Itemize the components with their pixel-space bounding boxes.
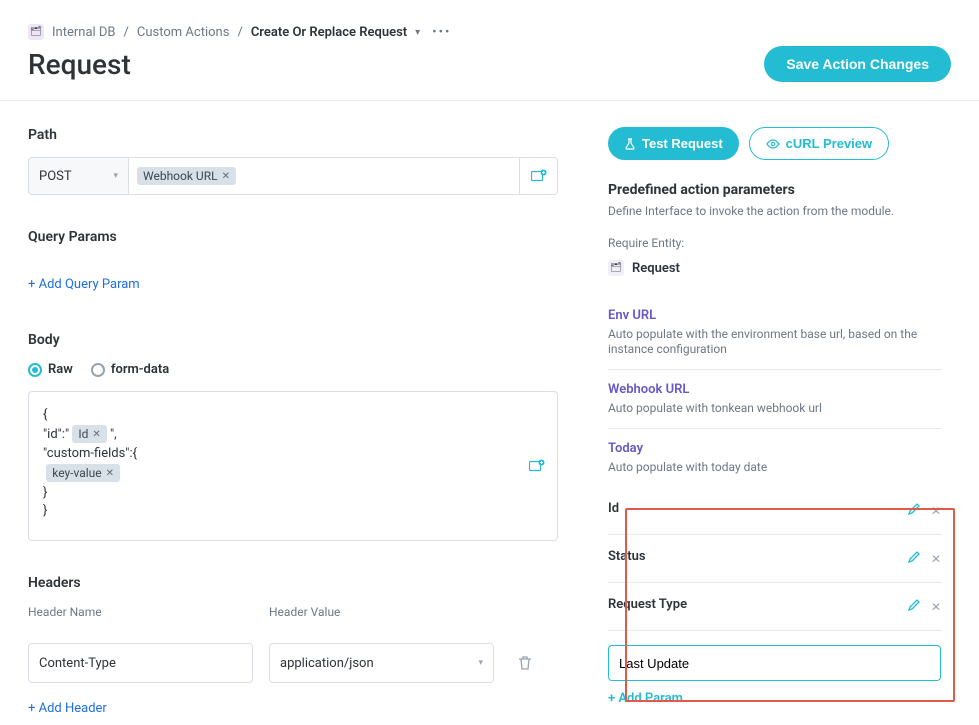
param-row-id: Id ✕: [608, 487, 941, 534]
breadcrumb-custom-actions[interactable]: Custom Actions: [137, 25, 230, 40]
http-method-select[interactable]: POST ▾: [29, 158, 129, 194]
chevron-down-icon: ▾: [113, 171, 118, 181]
predefined-params-title: Predefined action parameters: [608, 182, 941, 198]
header-name-value: Content-Type: [39, 656, 116, 671]
remove-param-button[interactable]: ✕: [931, 552, 941, 566]
radio-icon: [28, 363, 42, 377]
param-desc: Auto populate with the environment base …: [608, 327, 917, 356]
edit-param-button[interactable]: [908, 600, 920, 614]
delete-header-button[interactable]: [510, 655, 540, 671]
param-title: Env URL: [608, 308, 941, 323]
insert-variable-button[interactable]: [519, 158, 557, 194]
flask-icon: [624, 138, 636, 150]
chip-remove-icon[interactable]: ✕: [106, 468, 114, 479]
body-line: "custom-fields":{: [43, 446, 543, 461]
body-text: ",: [107, 427, 117, 442]
headers-label: Headers: [28, 575, 560, 591]
body-line: key-value ✕: [43, 464, 543, 482]
param-env-url: Env URL Auto populate with the environme…: [608, 296, 941, 369]
header-name-input[interactable]: Content-Type: [28, 643, 253, 683]
param-today: Today Auto populate with today date: [608, 428, 941, 487]
path-chip-webhook-url[interactable]: Webhook URL ✕: [137, 167, 236, 185]
remove-param-button[interactable]: ✕: [931, 504, 941, 518]
curl-preview-button[interactable]: cURL Preview: [749, 127, 889, 160]
param-row-status: Status ✕: [608, 534, 941, 582]
breadcrumb-sep: /: [237, 25, 242, 40]
body-line: {: [43, 407, 543, 422]
button-label: cURL Preview: [786, 136, 872, 151]
breadcrumb-current[interactable]: Create Or Replace Request: [251, 25, 407, 40]
radio-label: form-data: [111, 362, 169, 377]
add-query-param-link[interactable]: + Add Query Param: [28, 277, 140, 292]
body-line: }: [43, 503, 543, 518]
new-param-name-input[interactable]: [608, 645, 941, 681]
add-param-link[interactable]: + Add Param: [608, 691, 683, 706]
chevron-down-icon: ▾: [478, 658, 483, 668]
path-input[interactable]: Webhook URL ✕: [129, 158, 519, 194]
header-value-label: Header Value: [269, 605, 494, 619]
breadcrumb: 🗂 Internal DB / Custom Actions / Create …: [0, 0, 979, 40]
query-params-label: Query Params: [28, 229, 560, 245]
breadcrumb-root[interactable]: Internal DB: [52, 25, 116, 40]
param-desc: Auto populate with today date: [608, 460, 767, 474]
param-title: Status: [608, 549, 646, 564]
builtin-params-list: Env URL Auto populate with the environme…: [608, 296, 941, 487]
page-title: Request: [28, 48, 131, 81]
body-chip-key-value[interactable]: key-value ✕: [46, 464, 120, 482]
chip-label: Webhook URL: [143, 169, 218, 183]
param-desc: Auto populate with tonkean webhook url: [608, 401, 822, 415]
app-logo-icon: 🗂: [28, 24, 44, 40]
param-title: Today: [608, 441, 941, 456]
body-chip-id[interactable]: Id ✕: [72, 425, 106, 443]
param-title: Webhook URL: [608, 382, 941, 397]
param-webhook-url: Webhook URL Auto populate with tonkean w…: [608, 369, 941, 428]
body-line: }: [43, 485, 543, 500]
eye-icon: [766, 139, 780, 149]
radio-icon: [91, 363, 105, 377]
entity-name: Request: [632, 261, 680, 276]
http-method-value: POST: [39, 169, 72, 184]
body-editor[interactable]: { "id":" Id ✕ ", "custom-fields":{ key-va…: [28, 391, 558, 541]
chip-label: key-value: [52, 466, 101, 480]
remove-param-button[interactable]: ✕: [931, 600, 941, 614]
add-header-link[interactable]: + Add Header: [28, 701, 107, 716]
entity-icon: 🗂: [608, 260, 624, 276]
header-name-label: Header Name: [28, 605, 253, 619]
radio-label: Raw: [48, 362, 73, 377]
path-box: POST ▾ Webhook URL ✕: [28, 157, 558, 195]
param-title: Request Type: [608, 597, 687, 612]
body-line: "id":" Id ✕ ",: [43, 425, 543, 443]
param-row-request-type: Request Type ✕: [608, 582, 941, 630]
body-radio-raw[interactable]: Raw: [28, 362, 73, 377]
breadcrumb-sep: /: [124, 25, 129, 40]
entity-row: 🗂 Request: [608, 260, 941, 276]
chevron-down-icon[interactable]: ▾: [415, 27, 420, 38]
chip-remove-icon[interactable]: ✕: [222, 171, 230, 182]
test-request-button[interactable]: Test Request: [608, 127, 739, 160]
edit-param-button[interactable]: [908, 504, 920, 518]
body-label: Body: [28, 332, 560, 348]
button-label: Test Request: [642, 136, 723, 151]
require-entity-label: Require Entity:: [608, 236, 941, 250]
chip-remove-icon[interactable]: ✕: [92, 429, 100, 440]
body-radio-form-data[interactable]: form-data: [91, 362, 169, 377]
header-value-select[interactable]: application/json ▾: [269, 643, 494, 683]
param-title: Id: [608, 501, 619, 516]
save-action-button[interactable]: Save Action Changes: [764, 46, 951, 82]
insert-variable-button[interactable]: [525, 454, 549, 478]
predefined-params-subtitle: Define Interface to invoke the action fr…: [608, 204, 941, 218]
body-text: "id":": [43, 427, 72, 442]
body-type-radios: Raw form-data: [28, 362, 560, 377]
more-actions-icon[interactable]: •••: [428, 25, 455, 40]
path-label: Path: [28, 127, 560, 143]
edit-param-button[interactable]: [908, 552, 920, 566]
custom-params-list: Id ✕ Status ✕ Request Type ✕: [608, 487, 941, 706]
chip-label: Id: [78, 427, 88, 441]
header-value-value: application/json: [280, 656, 374, 671]
